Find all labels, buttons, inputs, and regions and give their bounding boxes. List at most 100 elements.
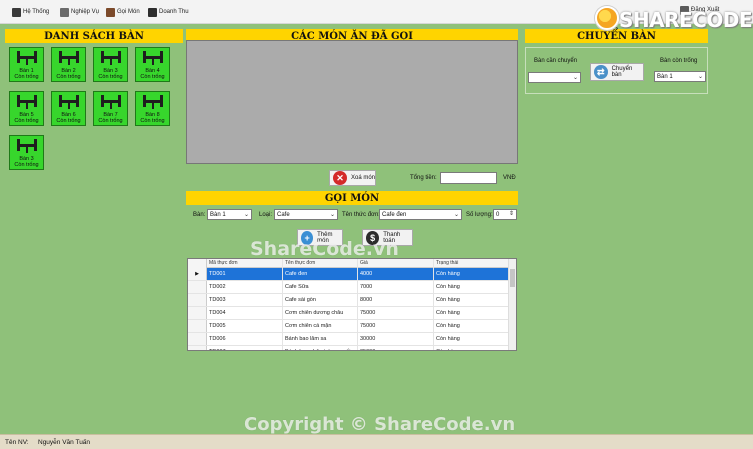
table-cell[interactable]: TD001 xyxy=(207,268,283,280)
table-cell[interactable]: TD007 xyxy=(207,346,283,350)
sharecode-logo: SHARECODE.vn xyxy=(595,4,753,32)
table-button[interactable]: Bàn 8 Còn trống xyxy=(135,91,170,126)
table-cell[interactable]: TD004 xyxy=(207,307,283,319)
business-icon xyxy=(60,7,69,17)
row-header[interactable] xyxy=(188,320,207,332)
grid-scroll-thumb[interactable] xyxy=(510,269,515,287)
table-button[interactable]: Bàn 1 Còn trống xyxy=(9,47,44,82)
menu-system[interactable]: Hệ Thống xyxy=(12,6,49,18)
chevron-down-icon: ⌄ xyxy=(453,212,459,218)
add-dish-button[interactable]: + Thêm món xyxy=(297,229,343,246)
menu-revenue[interactable]: Doanh Thu xyxy=(148,6,189,18)
staff-name: Nguyễn Văn Tuấn xyxy=(38,439,91,446)
order-table-select[interactable]: Bàn 1 ⌄ xyxy=(207,209,252,220)
table-row[interactable]: TD003 Cafe sài gòn 8000 Còn hàng xyxy=(188,294,510,307)
dining-table-icon xyxy=(143,51,163,65)
table-status: Còn trống xyxy=(56,118,81,124)
row-header[interactable]: ▶ xyxy=(188,268,207,280)
transfer-from-select[interactable]: ⌄ xyxy=(528,72,581,83)
table-cell[interactable]: Bánh bao nhân trứng muối xyxy=(283,346,358,350)
row-header[interactable] xyxy=(188,333,207,345)
table-cell[interactable]: Cafe sài gòn xyxy=(283,294,358,306)
order-type-value: Cafe xyxy=(277,211,290,218)
table-cell[interactable]: 7000 xyxy=(358,281,434,293)
menu-grid[interactable]: Mã thực đơn Tên thực đơn Giá Trạng thái … xyxy=(187,258,517,351)
system-icon xyxy=(12,7,21,17)
table-button[interactable]: Bàn 5 Còn trống xyxy=(9,91,44,126)
table-cell[interactable]: Còn hàng xyxy=(434,320,510,332)
grid-scrollbar[interactable] xyxy=(508,259,516,350)
table-button[interactable]: Bàn 6 Còn trống xyxy=(51,91,86,126)
table-row[interactable]: TD007Bánh bao nhân trứng muối35000Còn hà… xyxy=(188,346,510,350)
row-header[interactable] xyxy=(188,346,207,350)
table-cell[interactable]: Còn hàng xyxy=(434,294,510,306)
dining-table-icon xyxy=(143,95,163,109)
dining-table-icon xyxy=(17,139,37,153)
grid-col-code[interactable]: Mã thực đơn xyxy=(207,259,283,268)
table-button[interactable]: Bàn 3 Còn trống xyxy=(9,135,44,170)
table-button[interactable]: Bàn 2 Còn trống xyxy=(51,47,86,82)
table-row[interactable]: TD002 Cafe Sữa 7000 Còn hàng xyxy=(188,281,510,294)
table-cell[interactable]: Cơm chiên dương châu xyxy=(283,307,358,319)
table-cell[interactable]: Còn hàng xyxy=(434,307,510,319)
table-row[interactable]: TD006 Bánh bao lăm sa 30000 Còn hàng xyxy=(188,333,510,346)
row-header[interactable] xyxy=(188,281,207,293)
table-cell[interactable]: 30000 xyxy=(358,333,434,345)
transfer-button[interactable]: ⇄ Chuyển bàn xyxy=(590,63,644,81)
table-status: Còn trống xyxy=(14,118,39,124)
table-cell[interactable]: 75000 xyxy=(358,320,434,332)
order-table-label: Bàn: xyxy=(193,212,206,218)
currency-label: VNĐ xyxy=(503,175,516,181)
table-cell[interactable]: 35000 xyxy=(358,346,434,350)
table-status: Còn trống xyxy=(14,74,39,80)
delete-dish-label: Xoá món xyxy=(351,175,376,181)
table-cell[interactable]: Còn hàng xyxy=(434,346,510,350)
table-cell[interactable]: 75000 xyxy=(358,307,434,319)
money-icon: $ xyxy=(366,230,380,245)
table-cell[interactable]: TD003 xyxy=(207,294,283,306)
row-header[interactable] xyxy=(188,294,207,306)
table-cell[interactable]: TD006 xyxy=(207,333,283,345)
table-cell[interactable]: TD002 xyxy=(207,281,283,293)
table-cell[interactable]: 8000 xyxy=(358,294,434,306)
order-dish-select[interactable]: Cafe đen ⌄ xyxy=(379,209,462,220)
table-cell[interactable]: Cafe đen xyxy=(283,268,358,280)
table-cell[interactable]: Bánh bao lăm sa xyxy=(283,333,358,345)
transfer-from-label: Bàn cần chuyển xyxy=(534,58,578,64)
grid-col-status[interactable]: Trạng thái xyxy=(434,259,510,268)
table-cell[interactable]: 4000 xyxy=(358,268,434,280)
grid-col-price[interactable]: Giá xyxy=(358,259,434,268)
order-qty-stepper[interactable]: 0 ⇕ xyxy=(493,209,517,220)
menu-order[interactable]: Gọi Món xyxy=(106,6,140,18)
total-field[interactable] xyxy=(440,172,497,184)
grid-col-name[interactable]: Tên thực đơn xyxy=(283,259,358,268)
table-button[interactable]: Bàn 3 Còn trống xyxy=(93,47,128,82)
chevron-down-icon: ⌄ xyxy=(572,75,578,81)
table-cell[interactable]: Cafe Sữa xyxy=(283,281,358,293)
revenue-icon xyxy=(148,7,157,17)
order-qty-value: 0 xyxy=(496,211,500,218)
row-header[interactable] xyxy=(188,307,207,319)
menu-business-label: Nghiệp Vụ xyxy=(71,9,100,15)
table-cell[interactable]: Còn hàng xyxy=(434,268,510,280)
table-row[interactable]: ▶ TD001 Cafe đen 4000 Còn hàng xyxy=(188,268,510,281)
table-button[interactable]: Bàn 7 Còn trống xyxy=(93,91,128,126)
table-status: Còn trống xyxy=(56,74,81,80)
table-status: Còn trống xyxy=(98,118,123,124)
ordered-list[interactable] xyxy=(186,40,518,164)
table-row[interactable]: TD005 Cơm chiên cá mặn 75000 Còn hàng xyxy=(188,320,510,333)
dining-table-icon xyxy=(59,51,79,65)
pay-button[interactable]: $ Thanh toán xyxy=(362,229,413,246)
order-qty-label: Số lượng: xyxy=(466,212,493,218)
table-cell[interactable]: Còn hàng xyxy=(434,281,510,293)
table-cell[interactable]: Cơm chiên cá mặn xyxy=(283,320,358,332)
table-cell[interactable]: TD005 xyxy=(207,320,283,332)
menu-business[interactable]: Nghiệp Vụ xyxy=(60,6,99,18)
table-button[interactable]: Bàn 4 Còn trống xyxy=(135,47,170,82)
order-type-select[interactable]: Cafe ⌄ xyxy=(274,209,338,220)
table-cell[interactable]: Còn hàng xyxy=(434,333,510,345)
transfer-to-select[interactable]: Bàn 1 ⌄ xyxy=(654,71,706,82)
delete-dish-button[interactable]: ✕ Xoá món xyxy=(329,170,376,186)
transfer-to-label: Bàn còn trống xyxy=(660,58,698,64)
table-row[interactable]: TD004 Cơm chiên dương châu 75000 Còn hàng xyxy=(188,307,510,320)
